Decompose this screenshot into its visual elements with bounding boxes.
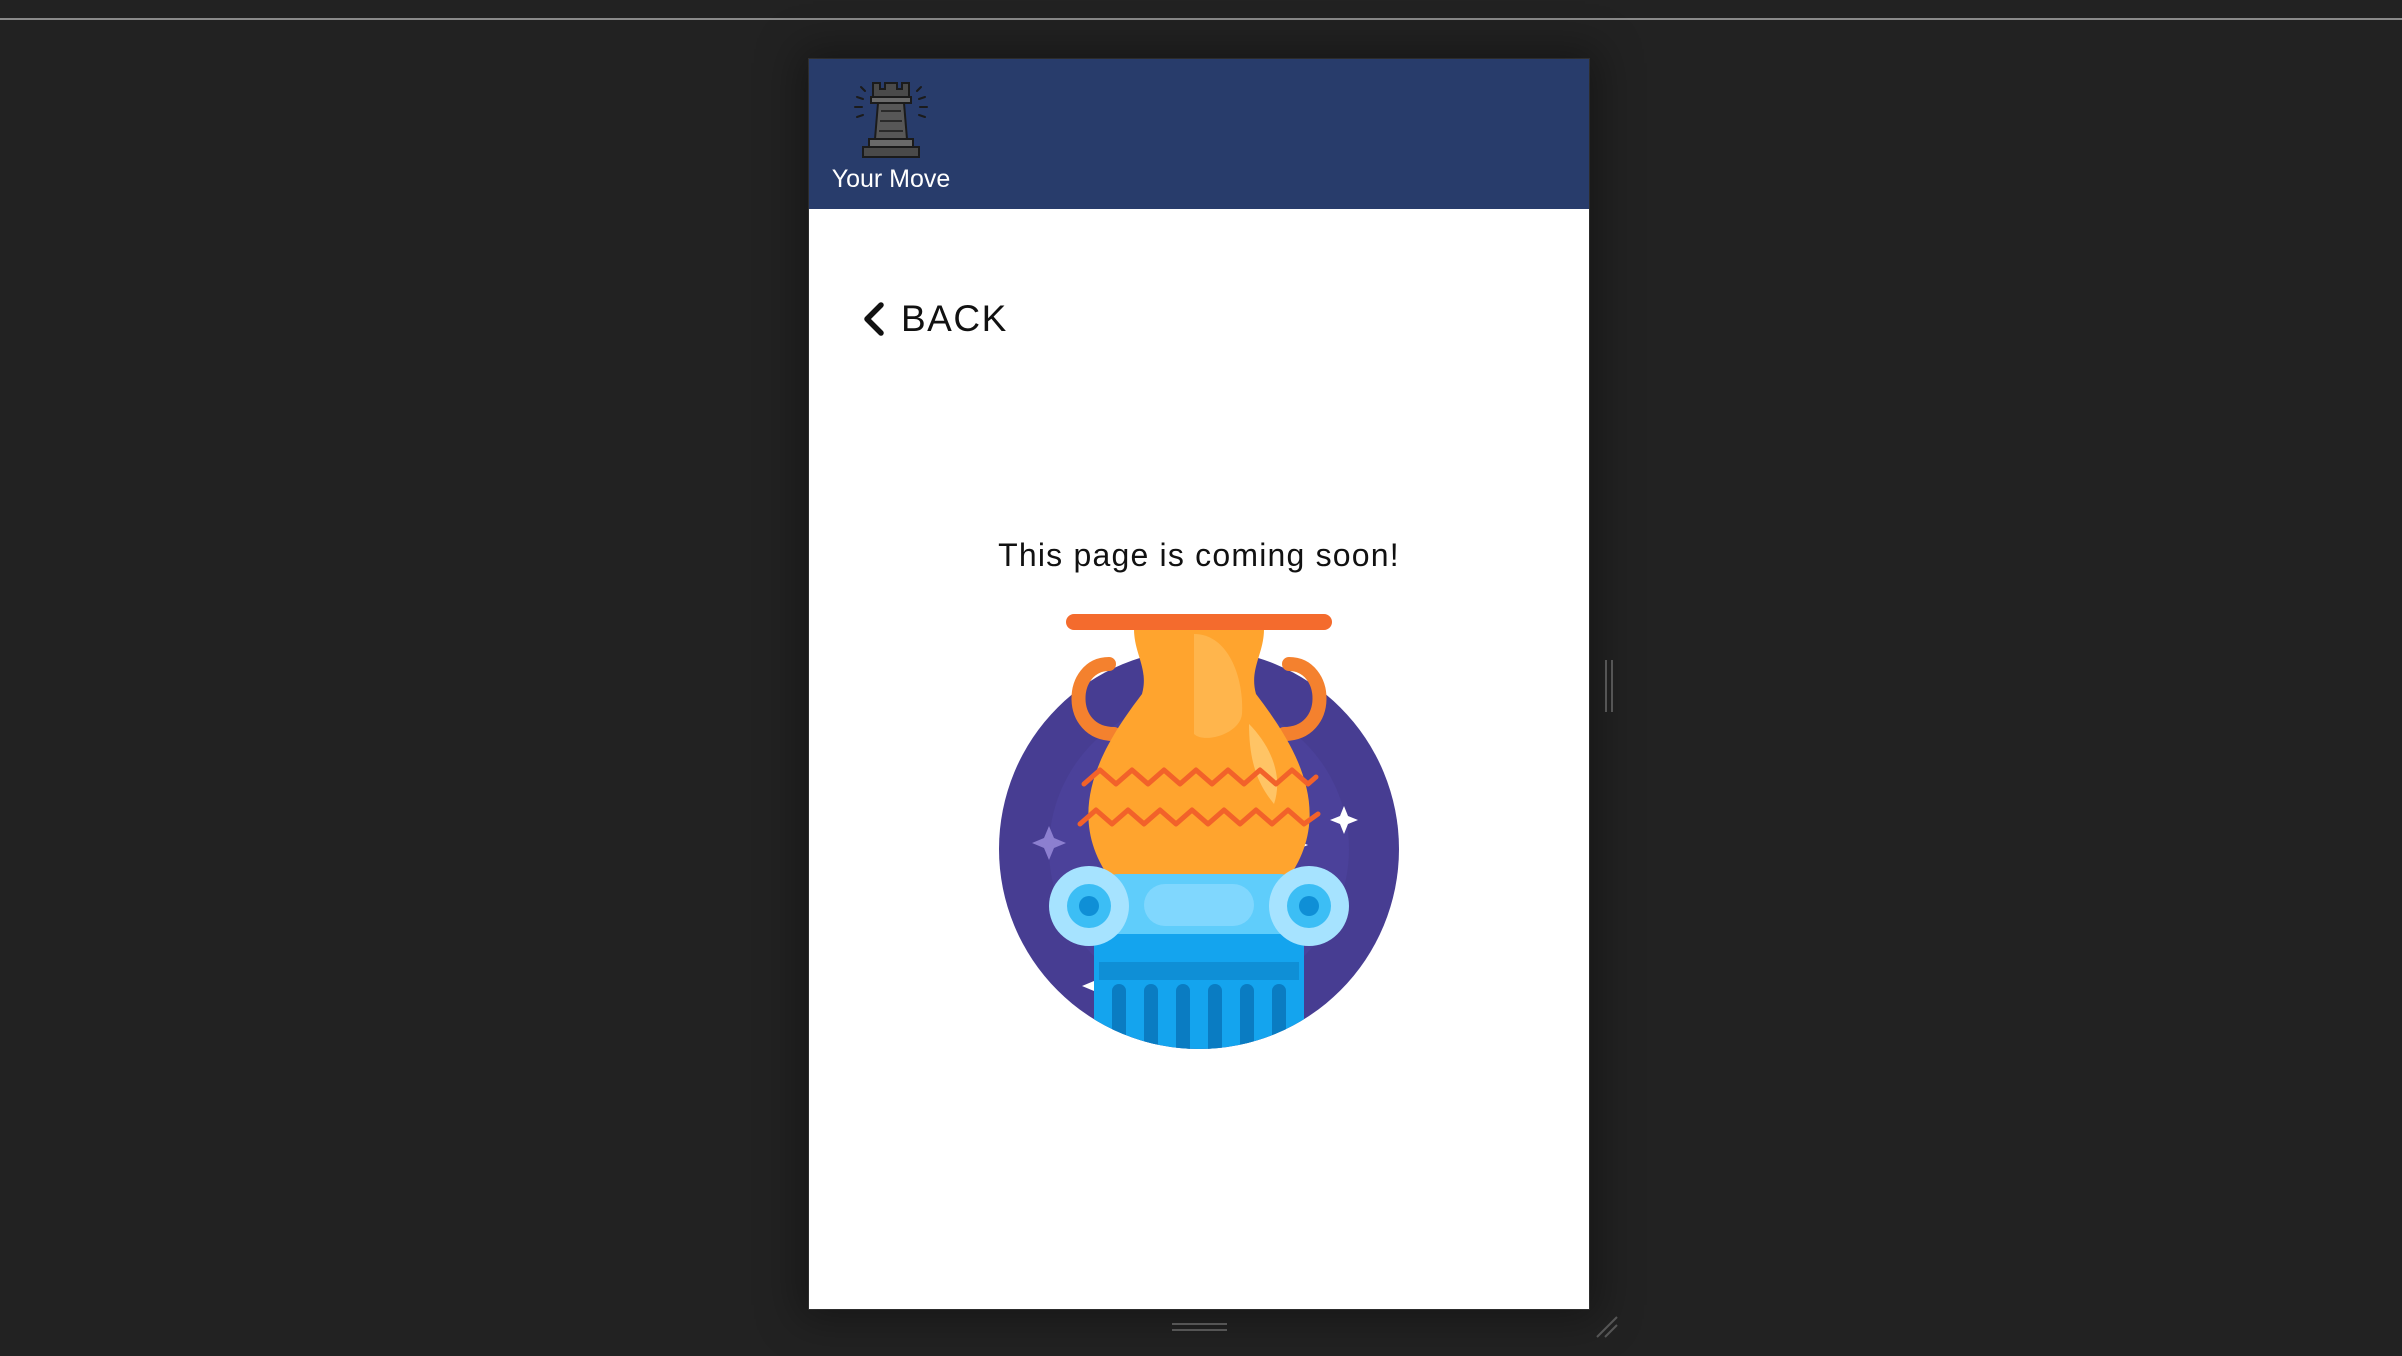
brand-name: Your Move [831, 165, 951, 193]
window-top-divider [0, 18, 2402, 20]
horizontal-resize-handle[interactable] [1172, 1320, 1227, 1334]
chevron-left-icon [864, 302, 884, 336]
chess-rook-icon [854, 82, 928, 158]
coming-soon-message: This page is coming soon! [998, 537, 1400, 573]
corner-resize-handle[interactable] [1595, 1315, 1619, 1339]
back-button[interactable]: BACK [857, 284, 1008, 354]
amphora-on-column-icon [999, 614, 1399, 1049]
app-header: Your Move [809, 59, 1589, 209]
brand-logo[interactable]: Your Move [831, 77, 951, 202]
vertical-resize-handle[interactable] [1603, 660, 1615, 712]
app-window: Your Move BACK This page is coming soon! [0, 0, 2402, 1356]
back-label: BACK [901, 298, 1008, 339]
mobile-frame: Your Move BACK This page is coming soon! [809, 59, 1589, 1309]
